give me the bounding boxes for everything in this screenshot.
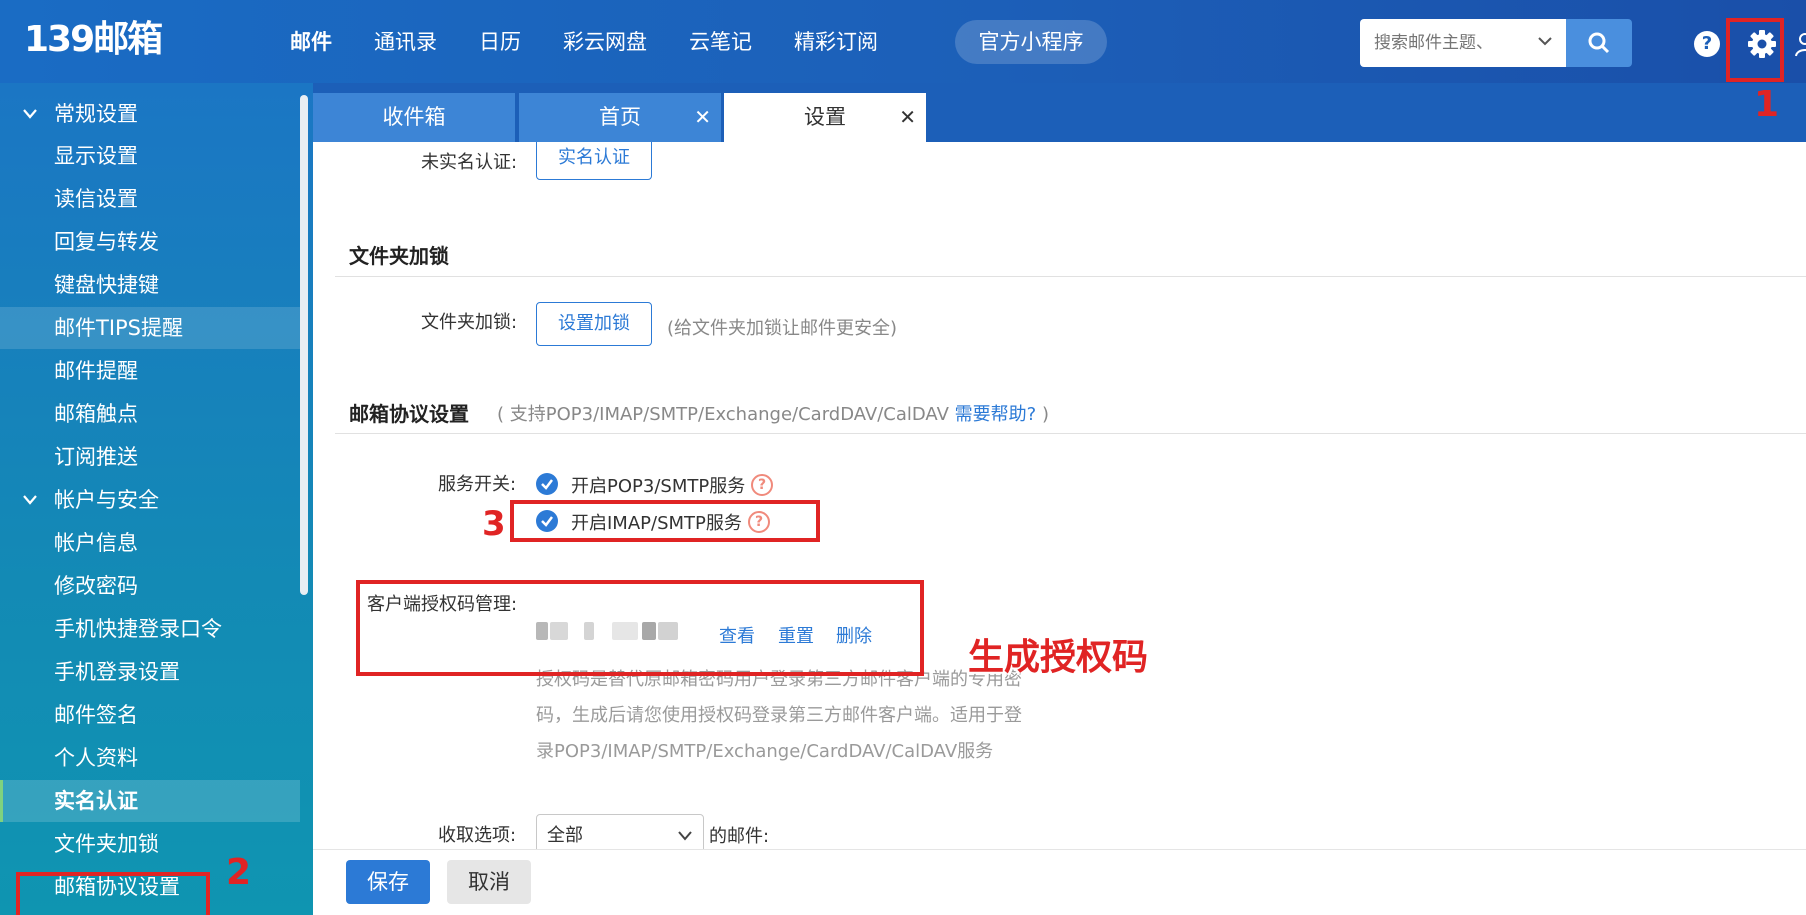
search-box[interactable] <box>1360 19 1566 67</box>
tab-home[interactable]: 首页 ✕ <box>519 93 721 142</box>
sidebar-item-phone-login[interactable]: 手机登录设置 <box>0 651 300 693</box>
annotation-generate-code: 生成授权码 <box>968 637 1149 678</box>
user-icon[interactable] <box>1795 30 1806 58</box>
nav-calendar[interactable]: 日历 <box>479 22 521 62</box>
pop3-checkbox[interactable] <box>536 473 558 495</box>
protocol-subtitle-text: ( 支持POP3/IMAP/SMTP/Exchange/CardDAV/CalD… <box>497 404 949 425</box>
top-bar: 139邮箱 邮件 通讯录 日历 彩云网盘 云笔记 精彩订阅 官方小程序 ? <box>0 0 1806 83</box>
search-icon <box>1588 32 1610 54</box>
tab-label: 首页 <box>599 105 641 129</box>
tab-label: 收件箱 <box>382 105 446 129</box>
nav-mail[interactable]: 邮件 <box>290 22 332 62</box>
help-link[interactable]: 需要帮助? <box>955 404 1037 425</box>
desc-line: 码，生成后请您使用授权码登录第三方邮件客户端。适用于登 <box>536 705 1022 726</box>
sidebar-item-account-info[interactable]: 帐户信息 <box>0 522 300 564</box>
desc-line: 录POP3/IMAP/SMTP/Exchange/CardDAV/CalDAV服… <box>536 741 994 762</box>
pop3-service-label: 开启POP3/SMTP服务 <box>571 476 746 497</box>
search-input[interactable] <box>1374 20 1534 66</box>
nav-notes[interactable]: 云笔记 <box>689 22 752 62</box>
realname-button[interactable]: 实名认证 <box>536 142 652 180</box>
sidebar-group-label: 帐户与安全 <box>54 488 159 512</box>
realname-label: 未实名认证: <box>421 152 518 173</box>
sidebar-item-display[interactable]: 显示设置 <box>0 135 300 177</box>
fetch-option-label: 收取选项: <box>438 825 517 846</box>
divider <box>335 433 1806 434</box>
save-button[interactable]: 保存 <box>346 860 430 904</box>
chevron-down-icon <box>23 495 37 505</box>
annotation-number-1: 1 <box>1754 84 1780 125</box>
sidebar-item-folder-lock[interactable]: 文件夹加锁 <box>0 823 300 865</box>
chevron-down-icon <box>23 109 37 119</box>
annotation-number-3: 3 <box>482 504 506 544</box>
annotation-number-2: 2 <box>226 852 252 893</box>
folder-lock-label: 文件夹加锁: <box>421 312 518 333</box>
fetch-suffix: 的邮件: <box>709 826 770 847</box>
annotation-box-imap <box>510 500 820 542</box>
sidebar-item-mail-reminder[interactable]: 邮件提醒 <box>0 350 300 392</box>
folder-lock-hint: (给文件夹加锁让邮件更安全) <box>667 318 898 339</box>
set-lock-button[interactable]: 设置加锁 <box>536 302 652 346</box>
divider <box>335 276 1806 277</box>
settings-content: 未实名认证: 实名认证 文件夹加锁 文件夹加锁: 设置加锁 (给文件夹加锁让邮件… <box>313 142 1806 849</box>
section-title-folder-lock: 文件夹加锁 <box>349 244 449 268</box>
help-icon[interactable]: ? <box>1694 31 1720 57</box>
help-circle-icon[interactable]: ? <box>751 474 773 496</box>
sidebar-group-general[interactable]: 常规设置 <box>0 93 300 135</box>
tab-settings[interactable]: 设置 ✕ <box>724 93 926 142</box>
sidebar-item-tips[interactable]: 邮件TIPS提醒 <box>0 307 300 349</box>
sidebar-item-subscription-push[interactable]: 订阅推送 <box>0 436 300 478</box>
logo: 139邮箱 <box>24 19 163 60</box>
nav-subscription[interactable]: 精彩订阅 <box>794 22 878 62</box>
close-icon[interactable]: ✕ <box>694 93 711 142</box>
nav-cloud-disk[interactable]: 彩云网盘 <box>563 22 647 62</box>
checkmark-icon <box>541 479 553 490</box>
sidebar-item-reply-forward[interactable]: 回复与转发 <box>0 221 300 263</box>
settings-sidebar: 常规设置 显示设置 读信设置 回复与转发 键盘快捷键 邮件TIPS提醒 邮件提醒… <box>0 83 313 915</box>
cancel-button[interactable]: 取消 <box>447 860 531 904</box>
sidebar-group-account-security[interactable]: 帐户与安全 <box>0 479 300 521</box>
bottom-bar: 保存 取消 <box>313 849 1806 915</box>
fetch-option-select[interactable]: 全部 <box>536 814 704 849</box>
sidebar-item-change-password[interactable]: 修改密码 <box>0 565 300 607</box>
annotation-box-auth-code <box>356 580 924 676</box>
top-nav: 邮件 通讯录 日历 彩云网盘 云笔记 精彩订阅 <box>290 22 920 62</box>
tab-bar: 收件箱 首页 ✕ 设置 ✕ <box>313 83 1806 142</box>
close-icon[interactable]: ✕ <box>899 93 916 142</box>
sidebar-group-label: 常规设置 <box>54 102 138 126</box>
sidebar-item-phone-quick-login[interactable]: 手机快捷登录口令 <box>0 608 300 650</box>
sidebar-item-reading[interactable]: 读信设置 <box>0 178 300 220</box>
annotation-box-settings <box>1726 18 1784 82</box>
tab-inbox[interactable]: 收件箱 <box>313 93 515 142</box>
sidebar-item-realname[interactable]: 实名认证 <box>0 780 300 822</box>
mini-program-button[interactable]: 官方小程序 <box>955 20 1107 64</box>
protocol-subtitle: ( 支持POP3/IMAP/SMTP/Exchange/CardDAV/CalD… <box>497 400 1049 426</box>
annotation-box-protocol <box>16 872 210 915</box>
sidebar-item-touchpoint[interactable]: 邮箱触点 <box>0 393 300 435</box>
chevron-down-icon[interactable] <box>1536 32 1554 50</box>
tab-label: 设置 <box>804 105 846 129</box>
section-title-protocol: 邮箱协议设置 <box>349 402 469 426</box>
chevron-down-icon <box>678 831 692 841</box>
sidebar-scrollbar[interactable] <box>300 95 308 595</box>
nav-contacts[interactable]: 通讯录 <box>374 22 437 62</box>
sidebar-item-shortcuts[interactable]: 键盘快捷键 <box>0 264 300 306</box>
service-switch-label: 服务开关: <box>438 474 517 495</box>
protocol-subtitle-close: ) <box>1041 404 1049 425</box>
sidebar-item-profile[interactable]: 个人资料 <box>0 737 300 779</box>
search-button[interactable] <box>1566 19 1632 67</box>
select-value: 全部 <box>547 825 583 846</box>
sidebar-item-signature[interactable]: 邮件签名 <box>0 694 300 736</box>
